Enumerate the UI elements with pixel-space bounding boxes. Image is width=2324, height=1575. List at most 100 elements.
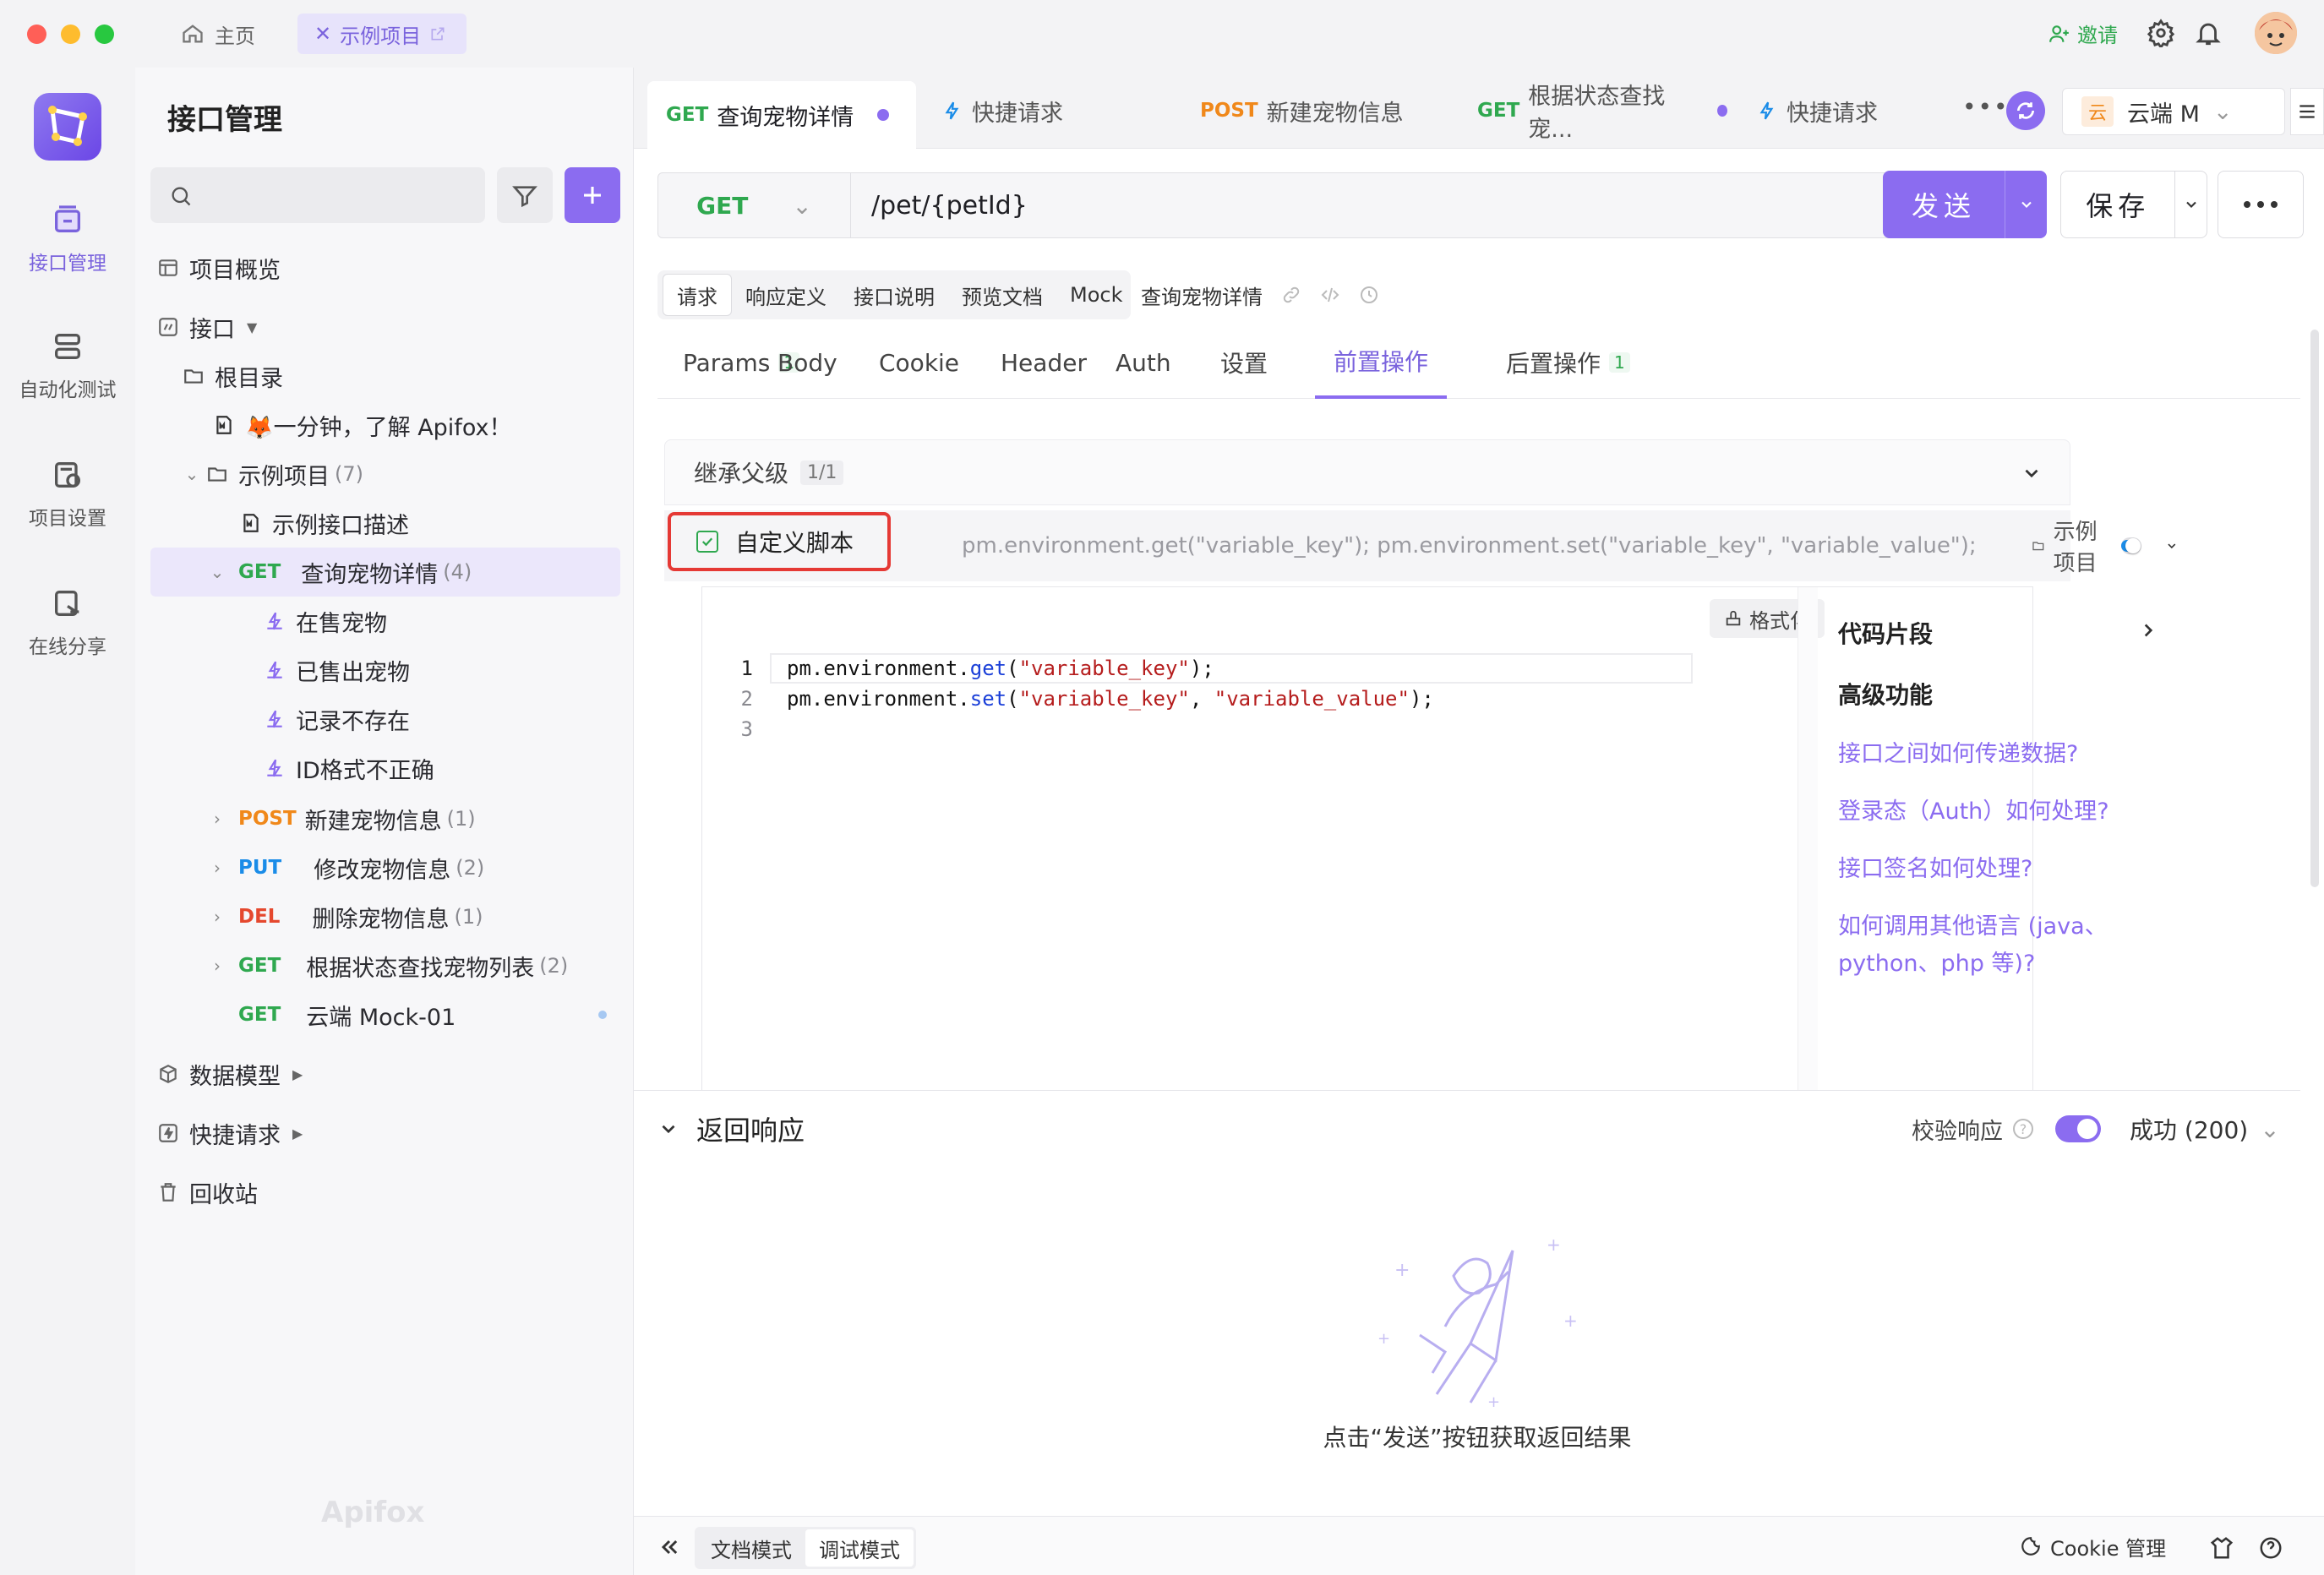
response-toggle[interactable]: 返回响应 [657, 1091, 805, 1167]
script-enable-toggle[interactable] [2121, 537, 2142, 554]
code-icon[interactable] [1320, 285, 1340, 305]
tab-settings[interactable]: 设置 [1220, 326, 1268, 399]
sidebar-item-project-doc[interactable]: 示例接口描述 [150, 499, 620, 548]
save-button[interactable]: 保存 [2060, 171, 2207, 238]
bell-icon[interactable] [2194, 19, 2223, 47]
tab-response-definition[interactable]: 响应定义 [732, 274, 840, 316]
tab-preview-doc[interactable]: 预览文档 [948, 274, 1056, 316]
rail-item-project-settings[interactable]: 项目设置 [0, 458, 135, 531]
tab-find-by-status[interactable]: GET 根据状态查找宠... [1459, 84, 1727, 143]
tab-api-description[interactable]: 接口说明 [840, 274, 948, 316]
inherit-parent-section[interactable]: 继承父级 1/1 [664, 439, 2070, 505]
avatar[interactable] [2255, 12, 2297, 54]
search-input[interactable] [150, 167, 485, 223]
send-button[interactable]: 发送 [1883, 171, 2047, 238]
tab-body[interactable]: Body [777, 326, 837, 399]
sidebar-item-api[interactable]: › GET 根据状态查找宠物列表 (2) [150, 941, 620, 990]
filter-button[interactable] [497, 167, 553, 223]
sync-button[interactable] [2006, 91, 2045, 130]
help-link[interactable]: 登录态（Auth）如何处理? [1838, 793, 2142, 831]
chevron-right-icon[interactable]: › [208, 858, 226, 878]
help-link[interactable]: 接口之间如何传递数据? [1838, 736, 2142, 773]
tab-quick-request[interactable]: 快捷请求 [1738, 84, 1957, 137]
link-icon[interactable] [1281, 285, 1301, 305]
chevron-down-icon[interactable]: ⌄ [183, 464, 201, 484]
checkbox-checked[interactable] [696, 531, 718, 553]
save-options-button[interactable] [2174, 172, 2207, 237]
chevron-down-icon[interactable] [2021, 462, 2043, 484]
home-tab[interactable]: 主页 [181, 17, 255, 51]
sidebar-item-label: 根目录 [215, 365, 283, 392]
invite-button[interactable]: 邀请 [2049, 19, 2118, 48]
sidebar-item-intro-doc[interactable]: 🦊一分钟，了解 Apifox！ [150, 401, 620, 450]
help-circle-icon[interactable] [2258, 1535, 2283, 1561]
double-chevron-left-icon[interactable] [657, 1535, 681, 1559]
cookie-manager-button[interactable]: Cookie 管理 [2020, 1517, 2166, 1575]
sidebar-item-root[interactable]: 根目录 [150, 352, 620, 401]
chevron-right-icon[interactable] [2137, 619, 2159, 641]
tab-auth[interactable]: Auth [1116, 326, 1171, 399]
tab-query-pet[interactable]: GET 查询宠物详情 [647, 81, 916, 149]
rail-item-share[interactable]: 在线分享 [0, 586, 135, 659]
send-options-button[interactable] [2005, 171, 2047, 238]
sidebar-item-data-model[interactable]: 数据模型 ▶ [150, 1049, 620, 1098]
snippets-title[interactable]: 代码片段 [1838, 616, 1933, 650]
main-scrollbar[interactable] [2310, 330, 2319, 887]
custom-script-toggle[interactable]: 自定义脚本 [668, 512, 891, 571]
sidebar-item-mock-api[interactable]: GET 云端 Mock-01 [150, 990, 620, 1039]
external-link-icon[interactable] [429, 25, 446, 42]
menu-button[interactable] [2290, 88, 2324, 135]
chevron-right-icon[interactable]: › [208, 956, 226, 976]
doc-mode-button[interactable]: 文档模式 [697, 1529, 805, 1567]
verify-toggle[interactable] [2055, 1115, 2101, 1142]
sidebar-item-overview[interactable]: 项目概览 [150, 243, 620, 292]
method-select[interactable]: GET ⌄ [658, 173, 851, 237]
sidebar-item-api[interactable]: › DEL 删除宠物信息 (1) [150, 892, 620, 941]
help-link[interactable]: 接口签名如何处理? [1838, 851, 2142, 888]
window-zoom-button[interactable] [95, 25, 114, 44]
sidebar-item-quick-request[interactable]: 快捷请求 ▶ [150, 1109, 620, 1158]
help-icon[interactable]: ? [2013, 1119, 2033, 1139]
more-tabs-icon[interactable]: ••• [1962, 93, 2010, 121]
sidebar-item-case[interactable]: 已售出宠物 [150, 646, 620, 695]
rail-item-api-manage[interactable]: 接口管理 [0, 203, 135, 275]
tab-request[interactable]: 请求 [663, 274, 732, 316]
sidebar-item-trash[interactable]: 回收站 [150, 1168, 620, 1217]
history-icon[interactable] [1359, 285, 1379, 305]
chevron-right-icon[interactable]: › [208, 907, 226, 927]
chevron-down-icon[interactable] [2165, 535, 2179, 557]
more-actions-button[interactable] [2218, 171, 2304, 238]
gear-icon[interactable] [2147, 19, 2175, 47]
code-area[interactable]: pm.environment.get("variable_key"); pm.e… [787, 653, 1434, 744]
sidebar-item-api[interactable]: › PUT 修改宠物信息 (2) [150, 843, 620, 892]
tab-cookie[interactable]: Cookie [879, 326, 959, 399]
close-icon[interactable]: ✕ [314, 22, 331, 46]
tab-post-operations[interactable]: 后置操作 1 [1506, 326, 1630, 399]
add-button[interactable] [565, 167, 620, 223]
window-close-button[interactable] [27, 25, 46, 44]
tab-header[interactable]: Header [1001, 326, 1087, 399]
help-link[interactable]: 如何调用其他语言 (java、python、php 等)? [1838, 908, 2117, 983]
sidebar-item-api[interactable]: › POST 新建宠物信息 (1) [150, 794, 620, 843]
sidebar-item-project-folder[interactable]: ⌄ 示例项目 (7) [150, 450, 620, 499]
sidebar-item-case[interactable]: 在售宠物 [150, 597, 620, 646]
sidebar-item-case[interactable]: 记录不存在 [150, 695, 620, 744]
tab-quick-request[interactable]: 快捷请求 [923, 84, 1176, 137]
sidebar-item-case[interactable]: ID格式不正确 [150, 744, 620, 793]
tab-create-pet[interactable]: POST 新建宠物信息 [1181, 84, 1452, 137]
debug-mode-button[interactable]: 调试模式 [805, 1529, 914, 1567]
chevron-down-icon[interactable]: ⌄ [208, 562, 226, 582]
tab-pre-operations[interactable]: 前置操作 [1315, 326, 1448, 399]
window-minimize-button[interactable] [61, 25, 80, 44]
sidebar-item-selected-api[interactable]: ⌄ GET 查询宠物详情 (4) [150, 548, 620, 597]
environment-select[interactable]: 云 云端 M ⌄ [2062, 88, 2285, 135]
response-status-select[interactable]: 成功 (200) ⌄ [2130, 1091, 2280, 1167]
editor-scrollbar[interactable] [1798, 587, 1818, 1091]
url-input[interactable]: /pet/{petId} [871, 173, 1028, 237]
tab-mock[interactable]: Mock [1056, 274, 1136, 316]
sidebar-item-api[interactable]: 接口 ▼ [150, 302, 620, 352]
rail-item-automation[interactable]: 自动化测试 [0, 330, 135, 402]
shirt-icon[interactable] [2209, 1535, 2234, 1561]
chevron-right-icon[interactable]: › [208, 809, 226, 829]
project-tab[interactable]: ✕ 示例项目 [297, 14, 466, 54]
